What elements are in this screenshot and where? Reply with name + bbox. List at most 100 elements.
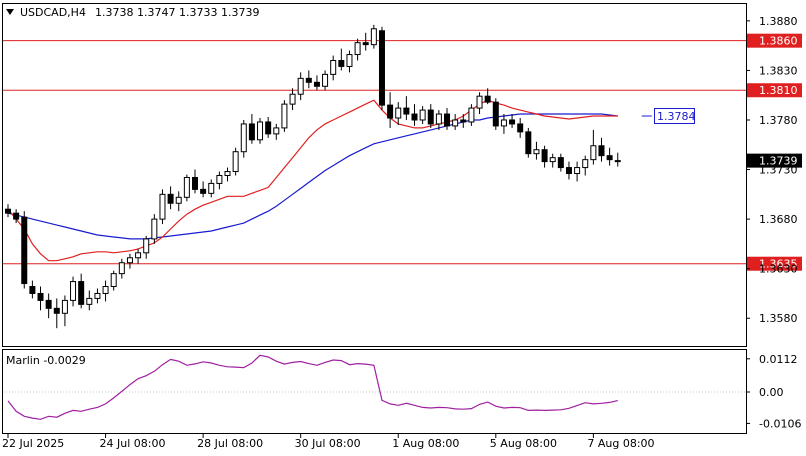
candle-body: [525, 131, 532, 155]
indicator-label: Marlin -0.0029: [6, 354, 86, 367]
candle-body: [175, 196, 182, 204]
ohlc-values: 1.3738 1.3747 1.3733 1.3739: [95, 6, 259, 19]
target-price-label: 1.3784: [657, 110, 696, 123]
candle: [240, 119, 247, 158]
candle-body: [102, 286, 109, 294]
candle-body: [110, 273, 117, 288]
candle: [305, 70, 312, 89]
candle-body: [126, 257, 133, 264]
candle: [21, 211, 28, 289]
candle: [338, 48, 345, 71]
candle-body: [338, 60, 345, 67]
candle: [395, 102, 402, 125]
candle-body: [86, 297, 93, 305]
price-tick-label: 1.3780: [759, 114, 798, 127]
candle-body: [403, 107, 410, 115]
candle-body: [460, 119, 467, 123]
candle: [126, 253, 133, 269]
candle-body: [45, 299, 52, 309]
candle: [460, 114, 467, 128]
chart-header: USDCAD,H4 1.3738 1.3747 1.3733 1.3739: [6, 6, 259, 19]
candle: [37, 286, 44, 311]
candle-body: [492, 101, 499, 127]
candle-body: [452, 119, 459, 127]
candle: [346, 50, 353, 73]
time-tick-label: 7 Aug 08:00: [587, 437, 654, 450]
candle: [468, 104, 475, 126]
candle-body: [484, 95, 491, 103]
candle-body: [362, 42, 369, 46]
candle-body: [53, 307, 60, 314]
candle-body: [419, 109, 426, 121]
candle-body: [378, 30, 385, 106]
candle: [224, 167, 231, 182]
candle: [614, 152, 621, 167]
candle: [387, 92, 394, 128]
candle: [313, 75, 320, 91]
candle: [167, 186, 174, 210]
candle-body: [517, 123, 524, 133]
candle: [419, 106, 426, 124]
candle-body: [614, 160, 621, 163]
candle: [500, 114, 507, 134]
candle: [45, 293, 52, 319]
candle-body: [216, 174, 223, 184]
candle-body: [500, 119, 507, 127]
candle-body: [395, 107, 402, 119]
candle-body: [387, 104, 394, 119]
candle: [5, 204, 11, 218]
candle-body: [143, 238, 150, 254]
candle-body: [159, 193, 166, 220]
time-tick-label: 22 Jul 2025: [2, 437, 64, 450]
candle-body: [370, 28, 377, 46]
current-price-label: 1.3739: [759, 155, 798, 168]
candle-body: [541, 149, 548, 163]
collapse-triangle-icon[interactable]: [6, 9, 14, 15]
candle: [533, 141, 540, 160]
candle-body: [313, 81, 320, 87]
oscillator-axis: 0.0112 0.00 -0.0106: [746, 353, 801, 430]
candle: [403, 96, 410, 120]
candle-body: [167, 193, 174, 204]
candle: [135, 248, 142, 264]
candle: [411, 104, 418, 126]
oscillator-tick-label: 0.0112: [759, 353, 798, 366]
candle: [86, 290, 93, 311]
candle-body: [183, 176, 190, 198]
candle: [281, 100, 288, 132]
candle-body: [240, 123, 247, 153]
candle-body: [61, 299, 68, 314]
candle: [330, 55, 337, 81]
candle-body: [509, 119, 516, 125]
candle: [53, 298, 60, 329]
candle-body: [94, 292, 101, 299]
price-tick-label: 1.3880: [759, 15, 798, 28]
candle-body: [330, 60, 337, 75]
candle: [378, 26, 385, 111]
time-tick-label: 30 Jul 08:00: [295, 437, 361, 450]
candle: [598, 137, 605, 162]
candle-body: [346, 54, 353, 67]
price-plot[interactable]: 1.3784: [3, 24, 746, 329]
candle-body: [565, 167, 572, 175]
trading-chart[interactable]: USDCAD,H4 1.3738 1.3747 1.3733 1.3739 1.…: [0, 0, 806, 456]
candle-body: [281, 103, 288, 129]
candle: [549, 153, 556, 168]
candle-body: [37, 292, 44, 301]
candle-body: [273, 127, 280, 135]
price-tick-label: 1.3680: [759, 213, 798, 226]
candle: [257, 118, 264, 144]
candle: [102, 280, 109, 302]
candle-body: [533, 149, 540, 155]
price-axis: 1.38601.38101.36351.38801.38301.37801.37…: [746, 15, 802, 325]
candle: [590, 129, 597, 165]
candle: [452, 114, 459, 130]
candle-body: [435, 113, 442, 125]
candle-body: [574, 167, 581, 175]
candle: [94, 288, 101, 304]
candle: [265, 117, 272, 138]
candle: [525, 127, 532, 158]
oscillator-plot[interactable]: [3, 354, 746, 420]
candle-body: [5, 208, 11, 214]
candle: [582, 155, 589, 176]
